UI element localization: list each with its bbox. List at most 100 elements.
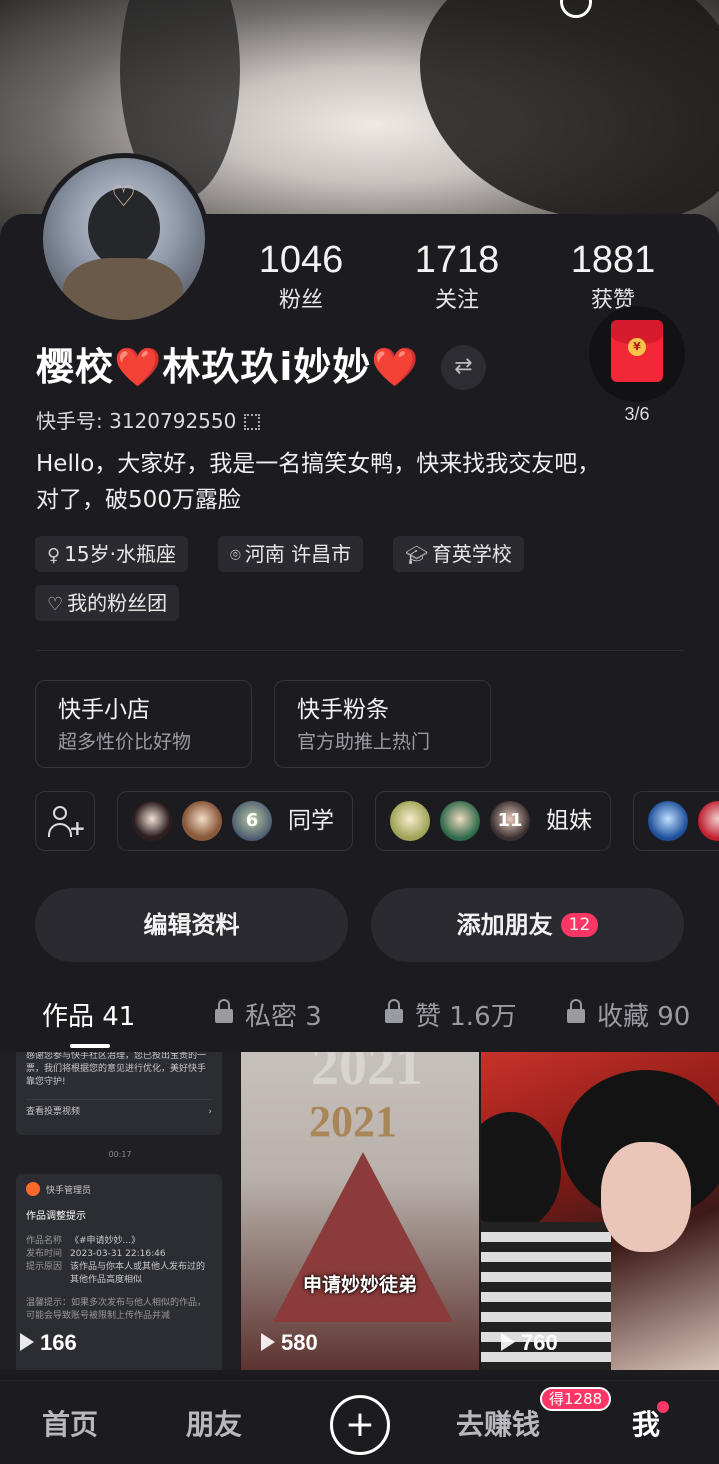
person-head-shape [53, 806, 67, 820]
kuaishou-id-text: 快手号: 3120792550 [36, 409, 237, 433]
friend-group-label: 同学 [288, 808, 334, 834]
following-stat[interactable]: 1718 关注 [377, 240, 537, 314]
tab-private[interactable]: 私密 3 [215, 996, 322, 1033]
nav-earn[interactable]: 去赚钱 [456, 1403, 540, 1443]
profile-bio: Hello，大家好，我是一名搞笑女鸭，快来找我交友吧， 对了，破500万露脸 [36, 446, 676, 518]
coin-icon: ¥ [628, 338, 646, 356]
video-caption: 申请妙妙徒弟 [302, 1274, 417, 1296]
kuaishou-logo-icon [26, 1182, 40, 1196]
shop-subtitle: 超多性价比好物 [58, 731, 192, 753]
lock-icon [567, 999, 585, 1023]
friend-avatar [646, 799, 690, 843]
red-envelope-count: 3/6 [624, 404, 650, 424]
switch-account-icon[interactable]: ⇄ [441, 345, 486, 390]
age-zodiac-text: 15岁·水瓶座 [64, 542, 176, 566]
notice-row: 提示原因 该作品与你本人或其他人发布过的其他作品高度相似 [26, 1261, 212, 1287]
likes-count: 1881 [570, 239, 656, 281]
friend-group-label: 姐妹 [546, 808, 592, 834]
view-count: 580 [261, 1330, 318, 1356]
view-vote-video-text: 查看投票视频 [26, 1107, 81, 1117]
notification-dot [657, 1401, 669, 1413]
friend-group-sisters[interactable]: 11 姐妹 [375, 791, 611, 851]
age-zodiac-tag[interactable]: ♀ 15岁·水瓶座 [35, 536, 188, 572]
friend-avatar [388, 799, 432, 843]
earn-badge: 得1288 [540, 1387, 612, 1411]
likes-stat[interactable]: 1881 获赞 [533, 240, 693, 314]
video-thumbnail[interactable]: 760 [481, 1052, 719, 1370]
tab-works[interactable]: 作品 41 [42, 996, 135, 1033]
friend-group-classmates[interactable]: 6 同学 [117, 791, 353, 851]
message-text: 感谢您参与快手社区治理，您已投出宝贵的一票，我们将根据您的意见进行优化，美好快手… [26, 1052, 207, 1087]
following-count: 1718 [414, 239, 500, 281]
promo-subtitle: 官方助推上热门 [297, 731, 431, 753]
fan-group-tag[interactable]: ♡ 我的粉丝团 [35, 585, 180, 621]
fan-group-text: 我的粉丝团 [67, 591, 168, 615]
followers-label: 粉丝 [278, 288, 323, 313]
video-thumbnail[interactable]: 2021 2021 申请妙妙徒弟 580 [241, 1052, 479, 1370]
nav-friends[interactable]: 朋友 [186, 1403, 242, 1443]
lock-icon [215, 999, 233, 1023]
notice-sender-name: 快手管理员 [46, 1186, 92, 1196]
friend-avatar [130, 799, 174, 843]
view-count: 166 [20, 1330, 77, 1356]
thumbnail-figure [481, 1112, 561, 1232]
qr-code-icon[interactable] [244, 414, 261, 430]
avatar[interactable]: ♡ [38, 153, 210, 325]
tab-works-label: 作品 41 [42, 1002, 136, 1032]
add-friends-label: 添加朋友 [456, 911, 553, 939]
friend-avatar [696, 799, 719, 843]
tab-private-label: 私密 3 [245, 1002, 322, 1032]
tab-liked[interactable]: 赞 1.6万 [385, 996, 517, 1033]
play-icon [501, 1333, 515, 1351]
play-icon [20, 1333, 34, 1351]
lock-icon [385, 999, 403, 1023]
notice-row-value: 2023-03-31 22:16:46 [70, 1249, 166, 1259]
notice-sender: 快手管理员 [26, 1182, 212, 1198]
edit-profile-label: 编辑资料 [143, 911, 240, 939]
heart-outline-icon: ♡ [47, 594, 64, 615]
location-tag[interactable]: ⌾ 河南 许昌市 [218, 536, 364, 572]
notice-row: 作品名称 《#申请妙妙...》 [26, 1235, 212, 1248]
friend-avatar [438, 799, 482, 843]
kuaishou-promo-card[interactable]: 快手粉条 官方助推上热门 [274, 680, 491, 768]
promo-title: 快手粉条 [297, 697, 389, 723]
kuaishou-id[interactable]: 快手号: 3120792550 [36, 405, 261, 434]
add-friends-button[interactable]: 添加朋友 12 [371, 888, 684, 962]
kuaishou-shop-card[interactable]: 快手小店 超多性价比好物 [35, 680, 252, 768]
nav-home[interactable]: 首页 [42, 1403, 98, 1443]
year-text: 2021 [309, 1097, 397, 1146]
red-envelope-icon: ¥ [611, 320, 663, 382]
school-tag[interactable]: 🎓︎ 育英学校 [393, 536, 524, 572]
cover-shape [420, 0, 719, 220]
graduation-cap-icon: 🎓︎ [405, 545, 428, 566]
message-time: 00:17 [108, 1150, 132, 1159]
edit-profile-button[interactable]: 编辑资料 [35, 888, 348, 962]
plus-icon: + [69, 816, 86, 840]
tab-favorites[interactable]: 收藏 90 [567, 996, 690, 1033]
red-envelope-button[interactable]: ¥ [589, 306, 685, 402]
following-label: 关注 [434, 288, 479, 313]
friend-group-more[interactable] [633, 791, 719, 851]
year-text-faded: 2021 [311, 1052, 423, 1097]
view-count-text: 760 [521, 1330, 558, 1355]
gender-female-icon: ♀ [47, 545, 61, 566]
avatar-figure [63, 258, 183, 320]
notice-row-value: 《#申请妙妙...》 [70, 1236, 141, 1246]
friend-group-count: 11 [497, 810, 523, 831]
followers-stat[interactable]: 1046 粉丝 [221, 240, 381, 314]
notice-row-value: 该作品与你本人或其他人发布过的其他作品高度相似 [70, 1262, 206, 1285]
nav-me[interactable]: 我 [632, 1403, 660, 1443]
create-plus-icon[interactable]: + [330, 1395, 390, 1455]
view-count-text: 166 [40, 1330, 77, 1355]
followers-count: 1046 [258, 239, 344, 281]
notice-tip: 温馨提示：如果多次发布与他人相似的作品，可能会导致账号被限制上传作品并减 [26, 1298, 207, 1321]
add-friend-icon[interactable]: + [35, 791, 95, 851]
video-thumbnail[interactable]: 感谢您参与快手社区治理，您已投出宝贵的一票，我们将根据您的意见进行优化，美好快手… [0, 1052, 240, 1370]
view-count: 760 [501, 1330, 558, 1356]
play-icon [261, 1333, 275, 1351]
message-bubble: 感谢您参与快手社区治理，您已投出宝贵的一票，我们将根据您的意见进行优化，美好快手… [16, 1052, 222, 1135]
bio-line: 对了，破500万露脸 [36, 487, 241, 513]
video-grid: 感谢您参与快手社区治理，您已投出宝贵的一票，我们将根据您的意见进行优化，美好快手… [0, 1052, 719, 1372]
likes-label: 获赞 [590, 288, 635, 313]
content-tabs: 作品 41 私密 3 赞 1.6万 收藏 90 [0, 990, 719, 1050]
